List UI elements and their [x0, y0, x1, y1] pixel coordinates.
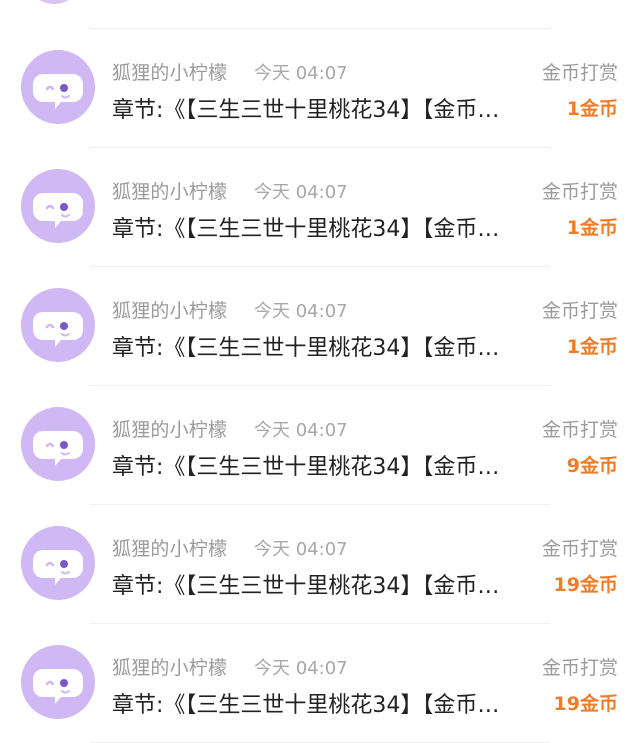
sender-name[interactable]: 狐狸的小柠檬 [112, 296, 227, 323]
avatar[interactable] [21, 526, 95, 600]
sender-name[interactable]: 狐狸的小柠檬 [112, 177, 227, 204]
chapter-text[interactable]: 章节:《【三生三世十里桃花34】【金币… [112, 330, 524, 362]
chat-bubble-face-icon [33, 74, 83, 109]
chapter-text[interactable]: 章节:《【三生三世十里桃花34】【金币… [112, 568, 524, 600]
event-type: 金币打赏 [541, 62, 618, 84]
list-item[interactable]: 狐狸的小柠檬 今天 04:07 金币打赏 章节:《【三生三世十里桃花34】【金币… [0, 267, 640, 386]
event-type: 金币打赏 [541, 538, 618, 560]
timestamp: 今天 04:07 [254, 301, 348, 322]
avatar[interactable] [21, 407, 95, 481]
reward-amount: 1金币 [566, 98, 618, 120]
notification-list: 狐狸的小柠檬 今天 04:07 金币打赏 章节:《【三生三世十里桃花34】【金币… [0, 29, 640, 743]
chapter-text[interactable]: 章节:《【三生三世十里桃花34】【金币… [112, 211, 524, 243]
timestamp: 今天 04:07 [254, 420, 348, 441]
event-type: 金币打赏 [541, 181, 618, 203]
list-item[interactable]: 狐狸的小柠檬 今天 04:07 金币打赏 章节:《【三生三世十里桃花34】【金币… [0, 505, 640, 624]
timestamp: 今天 04:07 [254, 658, 348, 679]
timestamp: 今天 04:07 [254, 539, 348, 560]
avatar[interactable] [21, 169, 95, 243]
list-item[interactable]: 狐狸的小柠檬 今天 04:07 金币打赏 章节:《【三生三世十里桃花34】【金币… [0, 29, 640, 148]
list-item[interactable]: 狐狸的小柠檬 今天 04:07 金币打赏 章节:《【三生三世十里桃花34】【金币… [0, 386, 640, 505]
sender-name[interactable]: 狐狸的小柠檬 [112, 653, 227, 680]
event-type: 金币打赏 [541, 419, 618, 441]
event-type: 金币打赏 [541, 657, 618, 679]
list-item[interactable]: 狐狸的小柠檬 今天 04:07 金币打赏 章节:《【三生三世十里桃花34】【金币… [0, 148, 640, 267]
avatar[interactable] [21, 645, 95, 719]
chat-bubble-face-icon [33, 550, 83, 585]
chapter-text[interactable]: 章节:《【三生三世十里桃花34】【金币… [112, 687, 524, 719]
event-type: 金币打赏 [541, 300, 618, 322]
reward-amount: 1金币 [566, 336, 618, 358]
chat-bubble-face-icon [33, 431, 83, 466]
avatar-partial [26, 0, 82, 4]
chapter-text[interactable]: 章节:《【三生三世十里桃花34】【金币… [112, 449, 524, 481]
sender-name[interactable]: 狐狸的小柠檬 [112, 58, 227, 85]
reward-amount: 19金币 [553, 693, 618, 715]
avatar[interactable] [21, 288, 95, 362]
sender-name[interactable]: 狐狸的小柠檬 [112, 415, 227, 442]
sender-name[interactable]: 狐狸的小柠檬 [112, 534, 227, 561]
timestamp: 今天 04:07 [254, 182, 348, 203]
chat-bubble-face-icon [33, 193, 83, 228]
chat-bubble-face-icon [33, 669, 83, 704]
chapter-text[interactable]: 章节:《【三生三世十里桃花34】【金币… [112, 92, 524, 124]
chat-bubble-face-icon [33, 312, 83, 347]
reward-amount: 9金币 [566, 455, 618, 477]
reward-amount: 1金币 [566, 217, 618, 239]
list-item[interactable]: 狐狸的小柠檬 今天 04:07 金币打赏 章节:《【三生三世十里桃花34】【金币… [0, 624, 640, 743]
timestamp: 今天 04:07 [254, 63, 348, 84]
reward-amount: 19金币 [553, 574, 618, 596]
avatar[interactable] [21, 50, 95, 124]
